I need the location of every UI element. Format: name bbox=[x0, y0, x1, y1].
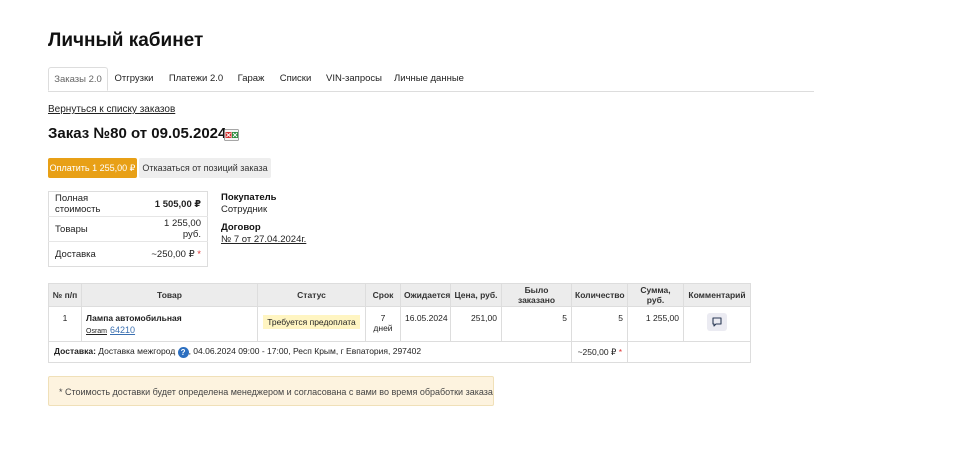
product-name: Лампа автомобильная bbox=[86, 313, 182, 323]
help-icon[interactable]: ? bbox=[177, 346, 189, 358]
table-header-row: № п/п Товар Статус Срок Ожидается Цена, … bbox=[48, 283, 751, 307]
summary-goods-value: 1 255,00 руб. bbox=[139, 216, 208, 242]
delivery-cost-note: * Стоимость доставки будет определена ме… bbox=[48, 376, 494, 406]
col-header-num: № п/п bbox=[48, 283, 82, 307]
refuse-positions-button[interactable]: Отказаться от позиций заказа bbox=[139, 158, 271, 178]
tab-shipments[interactable]: Отгрузки bbox=[112, 67, 156, 91]
col-header-qty: Количество bbox=[571, 283, 628, 307]
summary-total-row: Полная стоимость 1 505,00 ₽ bbox=[48, 191, 208, 217]
row-num: 1 bbox=[48, 306, 82, 342]
col-header-price: Цена, руб. bbox=[450, 283, 502, 307]
col-header-sum: Сумма, руб. bbox=[627, 283, 684, 307]
col-header-expected: Ожидается bbox=[400, 283, 451, 307]
summary-goods-label: Товары bbox=[48, 216, 140, 242]
delivery-cost-value: ~250,00 ₽ bbox=[577, 346, 617, 357]
tabs-bar: Заказы 2.0 Отгрузки Платежи 2.0 Гараж Сп… bbox=[48, 67, 814, 92]
row-status: Требуется предоплата bbox=[257, 306, 366, 342]
row-comment bbox=[683, 306, 751, 342]
tab-vin-requests[interactable]: VIN-запросы bbox=[324, 67, 384, 91]
contract-label: Договор bbox=[221, 222, 261, 233]
tab-lists[interactable]: Списки bbox=[278, 67, 313, 91]
delivery-label: Доставка: bbox=[54, 346, 96, 357]
row-expected: 16.05.2024 bbox=[400, 306, 451, 342]
col-header-product: Товар bbox=[81, 283, 258, 307]
row-product: Лампа автомобильная Osram 64210 bbox=[81, 306, 258, 342]
col-header-term: Срок bbox=[365, 283, 401, 307]
table-row: 1 Лампа автомобильная Osram 64210 Требует… bbox=[48, 306, 751, 342]
excel-icon[interactable] bbox=[224, 129, 239, 141]
page-title: Личный кабинет bbox=[48, 30, 204, 51]
delivery-info: Доставка: Доставка межгород ?, 04.06.202… bbox=[48, 341, 572, 363]
tab-personal-data[interactable]: Личные данные bbox=[394, 67, 464, 91]
summary-delivery-row: Доставка ~250,00 ₽ * bbox=[49, 242, 208, 267]
pay-button[interactable]: Оплатить 1 255,00 ₽ bbox=[48, 158, 137, 178]
summary-delivery-cell: ~250,00 ₽ * bbox=[139, 242, 207, 267]
back-to-orders-link[interactable]: Вернуться к списку заказов bbox=[48, 104, 175, 115]
product-brand: Osram bbox=[86, 328, 107, 335]
delivery-row: Доставка: Доставка межгород ?, 04.06.202… bbox=[48, 341, 751, 363]
comment-icon bbox=[712, 317, 722, 327]
summary-total-value: 1 505,00 ₽ bbox=[139, 191, 208, 217]
summary-goods-row: Товары 1 255,00 руб. bbox=[48, 216, 208, 242]
delivery-cost-mark: * bbox=[618, 346, 622, 357]
buyer-label: Покупатель bbox=[221, 192, 277, 203]
col-header-status: Статус bbox=[257, 283, 366, 307]
col-header-comment: Комментарий bbox=[683, 283, 751, 307]
delivery-cost: ~250,00 ₽ * bbox=[571, 341, 628, 363]
row-sum: 1 255,00 bbox=[627, 306, 684, 342]
buyer-info: Покупатель Сотрудник Договор № 7 от 27.0… bbox=[221, 192, 306, 246]
product-meta: Osram 64210 bbox=[86, 325, 253, 335]
summary-total-label: Полная стоимость bbox=[48, 191, 140, 217]
row-qty: 5 bbox=[571, 306, 628, 342]
summary-delivery-value: ~250,00 ₽ bbox=[151, 248, 195, 260]
col-header-ordered: Было заказано bbox=[501, 283, 572, 307]
summary-delivery-label: Доставка bbox=[55, 248, 96, 260]
contract-link[interactable]: № 7 от 27.04.2024г. bbox=[221, 234, 306, 246]
comment-button[interactable] bbox=[707, 313, 727, 331]
row-term: 7 дней bbox=[365, 306, 401, 342]
product-code-link[interactable]: 64210 bbox=[110, 325, 135, 335]
delivery-details: , 04.06.2024 09:00 - 17:00, Респ Крым, г… bbox=[188, 346, 422, 357]
row-ordered: 5 bbox=[501, 306, 572, 342]
required-mark: * bbox=[197, 248, 201, 260]
tab-garage[interactable]: Гараж bbox=[235, 67, 267, 91]
tab-orders[interactable]: Заказы 2.0 bbox=[48, 67, 108, 91]
row-price: 251,00 bbox=[450, 306, 502, 342]
delivery-empty bbox=[627, 341, 751, 363]
order-summary: Полная стоимость 1 505,00 ₽ Товары 1 255… bbox=[48, 191, 208, 267]
tab-payments[interactable]: Платежи 2.0 bbox=[168, 67, 224, 91]
status-badge: Требуется предоплата bbox=[263, 315, 360, 329]
order-title: Заказ №80 от 09.05.2024 bbox=[48, 125, 227, 142]
order-items-table: № п/п Товар Статус Срок Ожидается Цена, … bbox=[48, 283, 751, 363]
buyer-value: Сотрудник bbox=[221, 204, 268, 215]
delivery-method: Доставка межгород bbox=[98, 346, 176, 357]
